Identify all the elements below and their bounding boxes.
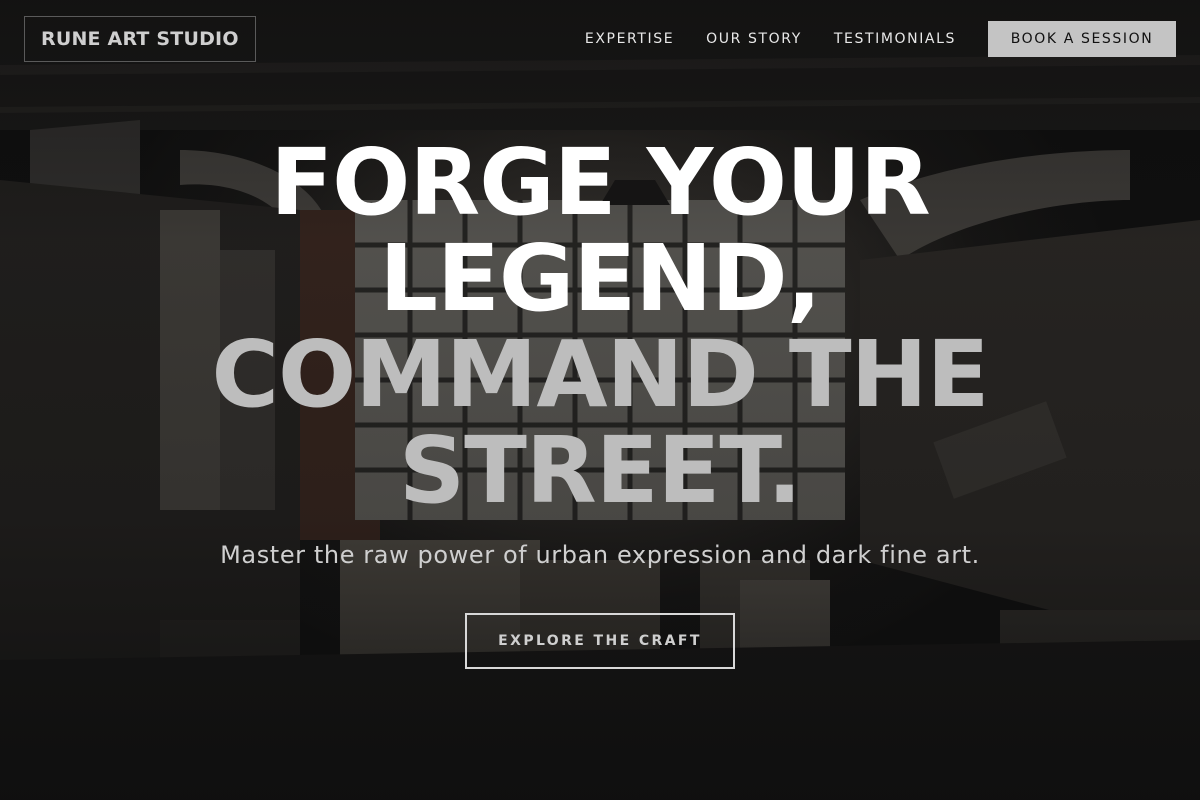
nav-link-our-story[interactable]: OUR STORY [706,31,802,47]
nav-link-expertise[interactable]: EXPERTISE [585,31,674,47]
nav-link-testimonials[interactable]: TESTIMONIALS [834,31,956,47]
hero-section: FORGE YOUR LEGEND, COMMAND THE STREET. M… [0,135,1200,669]
explore-craft-button[interactable]: EXPLORE THE CRAFT [465,613,735,669]
hero-headline: FORGE YOUR LEGEND, COMMAND THE STREET. [0,135,1200,519]
brand-name: RUNE ART STUDIO [41,28,239,50]
headline-line-3: COMMAND THE [211,321,989,428]
brand-logo[interactable]: RUNE ART STUDIO [24,16,256,62]
main-nav: EXPERTISE OUR STORY TESTIMONIALS BOOK A … [585,21,1176,57]
headline-line-4: STREET. [398,417,802,524]
hero-subheadline: Master the raw power of urban expression… [220,541,980,569]
headline-line-2: LEGEND, [379,225,821,332]
book-session-button[interactable]: BOOK A SESSION [988,21,1176,57]
headline-line-1: FORGE YOUR [270,129,930,236]
